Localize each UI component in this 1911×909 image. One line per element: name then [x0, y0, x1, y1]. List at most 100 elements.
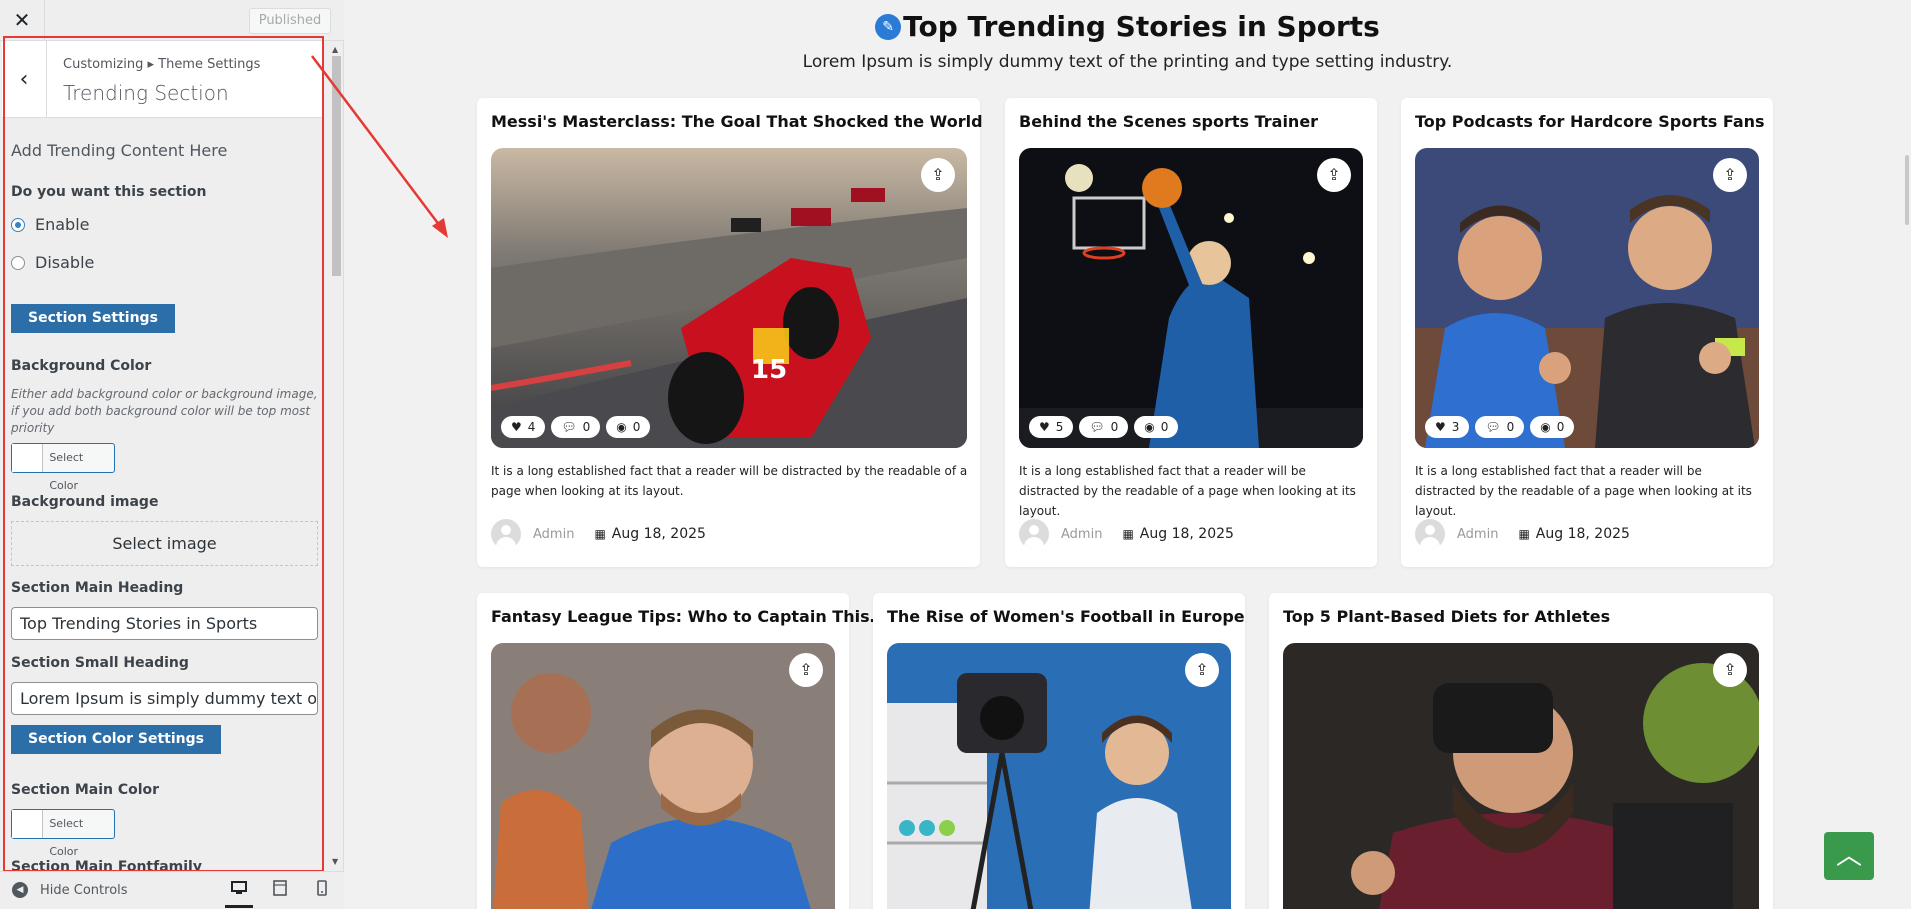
scroll-thumb[interactable]: [332, 56, 341, 276]
author-avatar: [1415, 519, 1445, 549]
hide-controls-button[interactable]: ◀ Hide Controls: [12, 882, 128, 898]
views-count: 0: [632, 420, 641, 434]
likes-badge[interactable]: ♥ 3: [1425, 416, 1470, 438]
site-preview: ✎ Top Trending Stories in Sports Lorem I…: [344, 0, 1911, 909]
customizer-footer: ◀ Hide Controls: [0, 871, 344, 909]
share-icon[interactable]: ⇪: [789, 653, 823, 687]
views-count: 0: [1556, 420, 1565, 434]
preview-scrollbar[interactable]: [1905, 155, 1909, 225]
back-to-top-button[interactable]: ︿: [1824, 832, 1874, 880]
views-badge[interactable]: ◉ 0: [606, 416, 651, 438]
radio-enable-indicator[interactable]: [11, 217, 25, 232]
author-avatar: [491, 519, 521, 549]
radio-disable-indicator[interactable]: [11, 255, 25, 270]
calendar-icon: ▦: [594, 527, 606, 541]
card-image[interactable]: ⇪: [887, 643, 1231, 909]
section-color-settings-button[interactable]: Section Color Settings: [11, 725, 221, 754]
customizer-sidebar: ✕ Published ‹ Customizing ▸ Theme Settin…: [0, 0, 344, 909]
author-name[interactable]: Admin: [533, 527, 574, 542]
trending-card[interactable]: The Rise of Women's Football in Europe ⇪: [873, 593, 1245, 909]
chevron-left-icon: ‹: [19, 67, 29, 92]
section-small-heading: Lorem Ipsum is simply dummy text of the …: [802, 52, 1453, 72]
card-image[interactable]: ⇪ ♥ 3 💬︎ 0 ◉ 0: [1415, 148, 1759, 448]
comments-badge[interactable]: 💬︎ 0: [1079, 416, 1129, 438]
background-color-picker[interactable]: Select Color: [11, 443, 115, 492]
views-badge[interactable]: ◉ 0: [1530, 416, 1575, 438]
panel-scrollbar[interactable]: ▲ ▼: [329, 41, 344, 871]
desktop-preview-button[interactable]: [225, 880, 253, 908]
comments-count: 0: [582, 420, 591, 434]
card-title[interactable]: The Rise of Women's Football in Europe: [887, 607, 1245, 626]
main-color-picker[interactable]: Select Color: [11, 809, 115, 858]
main-fontfamily-label: Section Main Fontfamily: [11, 859, 202, 871]
main-heading-input[interactable]: Top Trending Stories in Sports: [11, 607, 318, 640]
section-main-heading: ✎ Top Trending Stories in Sports: [344, 10, 1911, 43]
scroll-down-icon[interactable]: ▼: [332, 857, 338, 866]
card-image[interactable]: 15 ⇪ ♥ 4 💬︎ 0 ◉ 0: [491, 148, 967, 448]
card-title[interactable]: Top Podcasts for Hardcore Sports Fans: [1415, 112, 1765, 131]
share-icon[interactable]: ⇪: [1713, 653, 1747, 687]
card-excerpt: It is a long established fact that a rea…: [1019, 464, 1356, 518]
author-name[interactable]: Admin: [1061, 527, 1102, 542]
trending-card[interactable]: Fantasy League Tips: Who to Captain This…: [477, 593, 886, 909]
mobile-preview-button[interactable]: [308, 880, 336, 908]
trending-card[interactable]: Messi's Masterclass: The Goal That Shock…: [477, 98, 983, 567]
card-image[interactable]: ⇪: [491, 643, 835, 909]
share-icon[interactable]: ⇪: [921, 158, 955, 192]
post-date: Aug 18, 2025: [1139, 526, 1234, 542]
card-title[interactable]: Messi's Masterclass: The Goal That Shock…: [491, 112, 983, 131]
publish-button[interactable]: Published: [249, 8, 331, 34]
tablet-preview-button[interactable]: [266, 880, 294, 908]
likes-count: 4: [527, 420, 536, 434]
card-title[interactable]: Top 5 Plant-Based Diets for Athletes: [1283, 607, 1610, 626]
scroll-up-icon[interactable]: ▲: [332, 45, 338, 54]
select-image-button[interactable]: Select image: [11, 521, 318, 566]
breadcrumb: Customizing ▸ Theme Settings: [63, 57, 261, 72]
pencil-icon[interactable]: ✎: [875, 13, 902, 40]
calendar-icon: ▦: [1518, 527, 1530, 541]
card-image[interactable]: ⇪ ♥ 5 💬︎ 0 ◉ 0: [1019, 148, 1363, 448]
share-icon[interactable]: ⇪: [1713, 158, 1747, 192]
tablet-icon: [273, 880, 287, 896]
views-badge[interactable]: ◉ 0: [1134, 416, 1179, 438]
collapse-icon: ◀: [12, 882, 28, 898]
trending-card[interactable]: Top 5 Plant-Based Diets for Athletes ⇪: [1269, 593, 1773, 909]
background-color-note: Either add background color or backgroun…: [11, 387, 318, 435]
likes-badge[interactable]: ♥ 5: [1029, 416, 1074, 438]
trending-card[interactable]: Behind the Scenes sports Trainer ⇪ ♥ 5 💬︎…: [1005, 98, 1377, 567]
views-count: 0: [1160, 420, 1169, 434]
comments-count: 0: [1506, 420, 1515, 434]
color-swatch: [12, 444, 44, 472]
panel-header: ‹ Customizing ▸ Theme Settings Trending …: [2, 41, 322, 118]
small-heading-label: Section Small Heading: [11, 655, 189, 671]
back-button[interactable]: ‹: [2, 41, 47, 118]
womens-football-image: [887, 643, 1231, 909]
close-customizer-button[interactable]: ✕: [0, 0, 45, 41]
card-stats: ♥ 4 💬︎ 0 ◉ 0: [501, 416, 651, 438]
enable-section-label: Do you want this section: [11, 184, 207, 200]
card-image[interactable]: ⇪: [1283, 643, 1759, 909]
section-settings-button[interactable]: Section Settings: [11, 304, 175, 333]
trending-card[interactable]: Top Podcasts for Hardcore Sports Fans ⇪ …: [1401, 98, 1773, 567]
likes-count: 3: [1451, 420, 1460, 434]
color-swatch: [12, 810, 44, 838]
heart-icon: ♥: [1039, 420, 1050, 434]
card-title[interactable]: Fantasy League Tips: Who to Captain This…: [491, 607, 886, 626]
football-player-image: [491, 643, 835, 909]
comments-badge[interactable]: 💬︎ 0: [1475, 416, 1525, 438]
card-excerpt: It is a long established fact that a rea…: [1415, 464, 1752, 518]
author-name[interactable]: Admin: [1457, 527, 1498, 542]
share-icon[interactable]: ⇪: [1317, 158, 1351, 192]
comments-badge[interactable]: 💬︎ 0: [551, 416, 601, 438]
likes-badge[interactable]: ♥ 4: [501, 416, 546, 438]
small-heading-input[interactable]: Lorem Ipsum is simply dummy text of the …: [11, 682, 318, 715]
radio-enable[interactable]: Enable: [11, 215, 90, 234]
card-title[interactable]: Behind the Scenes sports Trainer: [1019, 112, 1318, 131]
svg-text:15: 15: [751, 355, 787, 385]
radio-disable[interactable]: Disable: [11, 253, 94, 272]
eye-icon: ◉: [616, 420, 627, 434]
card-meta: Admin ▦ Aug 18, 2025: [1019, 519, 1234, 549]
calendar-icon: ▦: [1122, 527, 1134, 541]
card-excerpt: It is a long established fact that a rea…: [491, 464, 968, 498]
share-icon[interactable]: ⇪: [1185, 653, 1219, 687]
